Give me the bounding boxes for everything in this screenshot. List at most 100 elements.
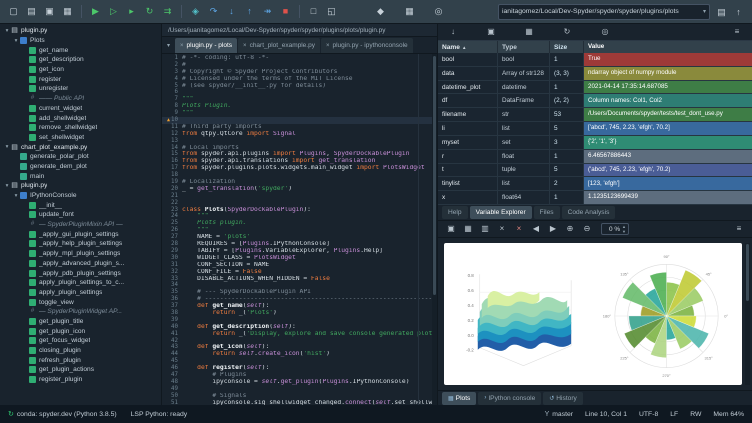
- outline-item[interactable]: get_plugin_title: [0, 317, 161, 327]
- pane-tab[interactable]: Variable Explorer: [470, 206, 532, 219]
- zoom-in-button[interactable]: ⊕: [563, 222, 577, 236]
- close-tab-icon[interactable]: ×: [180, 43, 184, 49]
- outline-item[interactable]: get_focus_widget: [0, 336, 161, 346]
- pane-tab[interactable]: Files: [534, 206, 560, 219]
- outline-item[interactable]: closing_plugin: [0, 346, 161, 356]
- gutter-line-number[interactable]: 22: [162, 200, 182, 207]
- gutter-line-number[interactable]: 50: [162, 393, 182, 400]
- save-plot-button[interactable]: ▣: [444, 222, 458, 236]
- outline-item[interactable]: register: [0, 74, 161, 84]
- gutter-line-number[interactable]: 18: [162, 172, 182, 179]
- gutter-line-number[interactable]: 35: [162, 289, 182, 296]
- editor-scrollbar[interactable]: [432, 54, 437, 405]
- gutter-line-number[interactable]: 38: [162, 310, 182, 317]
- gutter-line-number[interactable]: 11: [162, 124, 182, 131]
- outline-item[interactable]: _apply_help_plugin_settings: [0, 239, 161, 249]
- column-header-size[interactable]: Size: [550, 41, 584, 53]
- gutter-line-number[interactable]: 7: [162, 96, 182, 103]
- code-line[interactable]: 23class Plots(SpyderDockablePlugin):: [162, 207, 437, 214]
- gutter-line-number[interactable]: 33: [162, 276, 182, 283]
- gutter-line-number[interactable]: 6: [162, 89, 182, 96]
- outline-item[interactable]: add_shellwidget: [0, 113, 161, 123]
- collapse-arrow-icon[interactable]: ▾: [3, 183, 11, 189]
- code-line[interactable]: 16from spyder.api.translations import ge…: [162, 158, 437, 165]
- scrollbar-handle[interactable]: [746, 244, 749, 301]
- memory-usage-status[interactable]: Mem 64%: [713, 411, 744, 418]
- outline-item[interactable]: get_name: [0, 45, 161, 55]
- code-line[interactable]: 19# Localization: [162, 179, 437, 186]
- code-line[interactable]: 50 # Signals: [162, 393, 437, 400]
- gutter-line-number[interactable]: 42: [162, 338, 182, 345]
- bottom-pane-tab[interactable]: ›IPython console: [478, 392, 541, 405]
- gutter-line-number[interactable]: 51: [162, 400, 182, 405]
- code-line[interactable]: 13: [162, 138, 437, 145]
- variable-row[interactable]: filenamestr53/Users/Documents/spyder/tes…: [438, 108, 752, 122]
- matplotlib-figure[interactable]: 0.80.60.40.20.0-0.2 0°45°90°135°180°225°…: [444, 243, 742, 385]
- step-out-button[interactable]: ↑: [241, 3, 258, 20]
- gutter-line-number[interactable]: 31: [162, 262, 182, 269]
- code-line[interactable]: 20_ = get_translation('spyder'): [162, 186, 437, 193]
- bottom-pane-tab[interactable]: ↺History: [543, 392, 583, 405]
- gutter-line-number[interactable]: 3: [162, 69, 182, 76]
- gutter-line-number[interactable]: 24: [162, 213, 182, 220]
- outline-item[interactable]: update_font: [0, 210, 161, 220]
- import-data-button[interactable]: ↓: [446, 25, 460, 39]
- outline-item[interactable]: toggle_view: [0, 297, 161, 307]
- working-directory-combobox[interactable]: ianitagomez/Local/Dev-Spyder/spyder/spyd…: [498, 4, 710, 20]
- scrollbar-handle[interactable]: [433, 56, 436, 295]
- gutter-line-number[interactable]: 28: [162, 241, 182, 248]
- code-line[interactable]: 29 TABIFY = [Plugins.VariableExplorer, P…: [162, 248, 437, 255]
- gutter-line-number[interactable]: 45: [162, 358, 182, 365]
- code-line[interactable]: 30 WIDGET_CLASS = PlotsWidget: [162, 255, 437, 262]
- gutter-line-number[interactable]: 2: [162, 62, 182, 69]
- gutter-line-number[interactable]: 26: [162, 227, 182, 234]
- outline-item[interactable]: current_widget: [0, 104, 161, 114]
- gutter-line-number[interactable]: 13: [162, 138, 182, 145]
- cursor-position-status[interactable]: Line 10, Col 1: [585, 411, 627, 418]
- variable-row[interactable]: lilist5['abcd', 745, 2.23, 'efgh', 70.2]: [438, 122, 752, 136]
- variable-row[interactable]: xfloat6411.1235123699439: [438, 191, 752, 205]
- save-file-button[interactable]: ▣: [41, 3, 58, 20]
- outline-item[interactable]: ▾Plots: [0, 36, 161, 46]
- code-line[interactable]: 49: [162, 386, 437, 393]
- refresh-variables-button[interactable]: ↻: [560, 25, 574, 39]
- rerun-cell-button[interactable]: ↻: [141, 3, 158, 20]
- new-file-button[interactable]: ▢: [5, 3, 22, 20]
- editor-tab[interactable]: ×chart_plot_example.py: [238, 38, 320, 53]
- outline-item[interactable]: refresh_plugin: [0, 355, 161, 365]
- bottom-pane-tab[interactable]: ▦Plots: [442, 392, 476, 405]
- gutter-line-number[interactable]: 48: [162, 379, 182, 386]
- outline-item[interactable]: ▾▤plugin.py: [0, 181, 161, 191]
- gutter-line-number[interactable]: 47: [162, 372, 182, 379]
- outline-item[interactable]: _apply_advanced_plugin_s...: [0, 259, 161, 269]
- outline-item[interactable]: remove_shellwidget: [0, 123, 161, 133]
- stop-debug-button[interactable]: ■: [277, 3, 294, 20]
- save-data-button[interactable]: ▣: [484, 25, 498, 39]
- code-line[interactable]: 31 CONF_SECTION = NAME: [162, 262, 437, 269]
- code-line[interactable]: 48 ipyconsole = self.get_plugin(Plugins.…: [162, 379, 437, 386]
- code-line[interactable]: 34: [162, 282, 437, 289]
- code-line[interactable]: 6: [162, 89, 437, 96]
- gutter-line-number[interactable]: 4: [162, 76, 182, 83]
- remove-all-plots-button[interactable]: ×: [512, 222, 526, 236]
- save-all-button[interactable]: ▦: [59, 3, 76, 20]
- gutter-line-number[interactable]: 9: [162, 110, 182, 117]
- chevron-down-icon[interactable]: ▾: [700, 8, 706, 15]
- code-line[interactable]: 12from qtpy.QtCore import Signal: [162, 131, 437, 138]
- window-layout-button[interactable]: ◱: [323, 3, 340, 20]
- git-branch-status[interactable]: Ymaster: [545, 411, 573, 418]
- code-line[interactable]: 4# Licensed under the terms of the MIT L…: [162, 76, 437, 83]
- gutter-line-number[interactable]: 21: [162, 193, 182, 200]
- outline-item[interactable]: apply_plugin_settings_to_c...: [0, 278, 161, 288]
- outline-item[interactable]: generate_polar_plot: [0, 152, 161, 162]
- maximize-pane-button[interactable]: □: [305, 3, 322, 20]
- continue-execution-button[interactable]: ↠: [259, 3, 276, 20]
- variable-row[interactable]: datetime_plotdatetime12021-04-14 17:35:1…: [438, 81, 752, 95]
- code-area[interactable]: 1# -*- coding: utf-8 -*-2#3# Copyright ©…: [162, 54, 437, 405]
- run-cell-button[interactable]: ▷: [105, 3, 122, 20]
- outline-item[interactable]: main: [0, 171, 161, 181]
- collapse-arrow-icon[interactable]: ▾: [3, 144, 11, 150]
- gutter-line-number[interactable]: 1: [162, 55, 182, 62]
- code-line[interactable]: 28 REQUIRES = [Plugins.IPythonConsole]: [162, 241, 437, 248]
- pane-tab[interactable]: Help: [442, 206, 468, 219]
